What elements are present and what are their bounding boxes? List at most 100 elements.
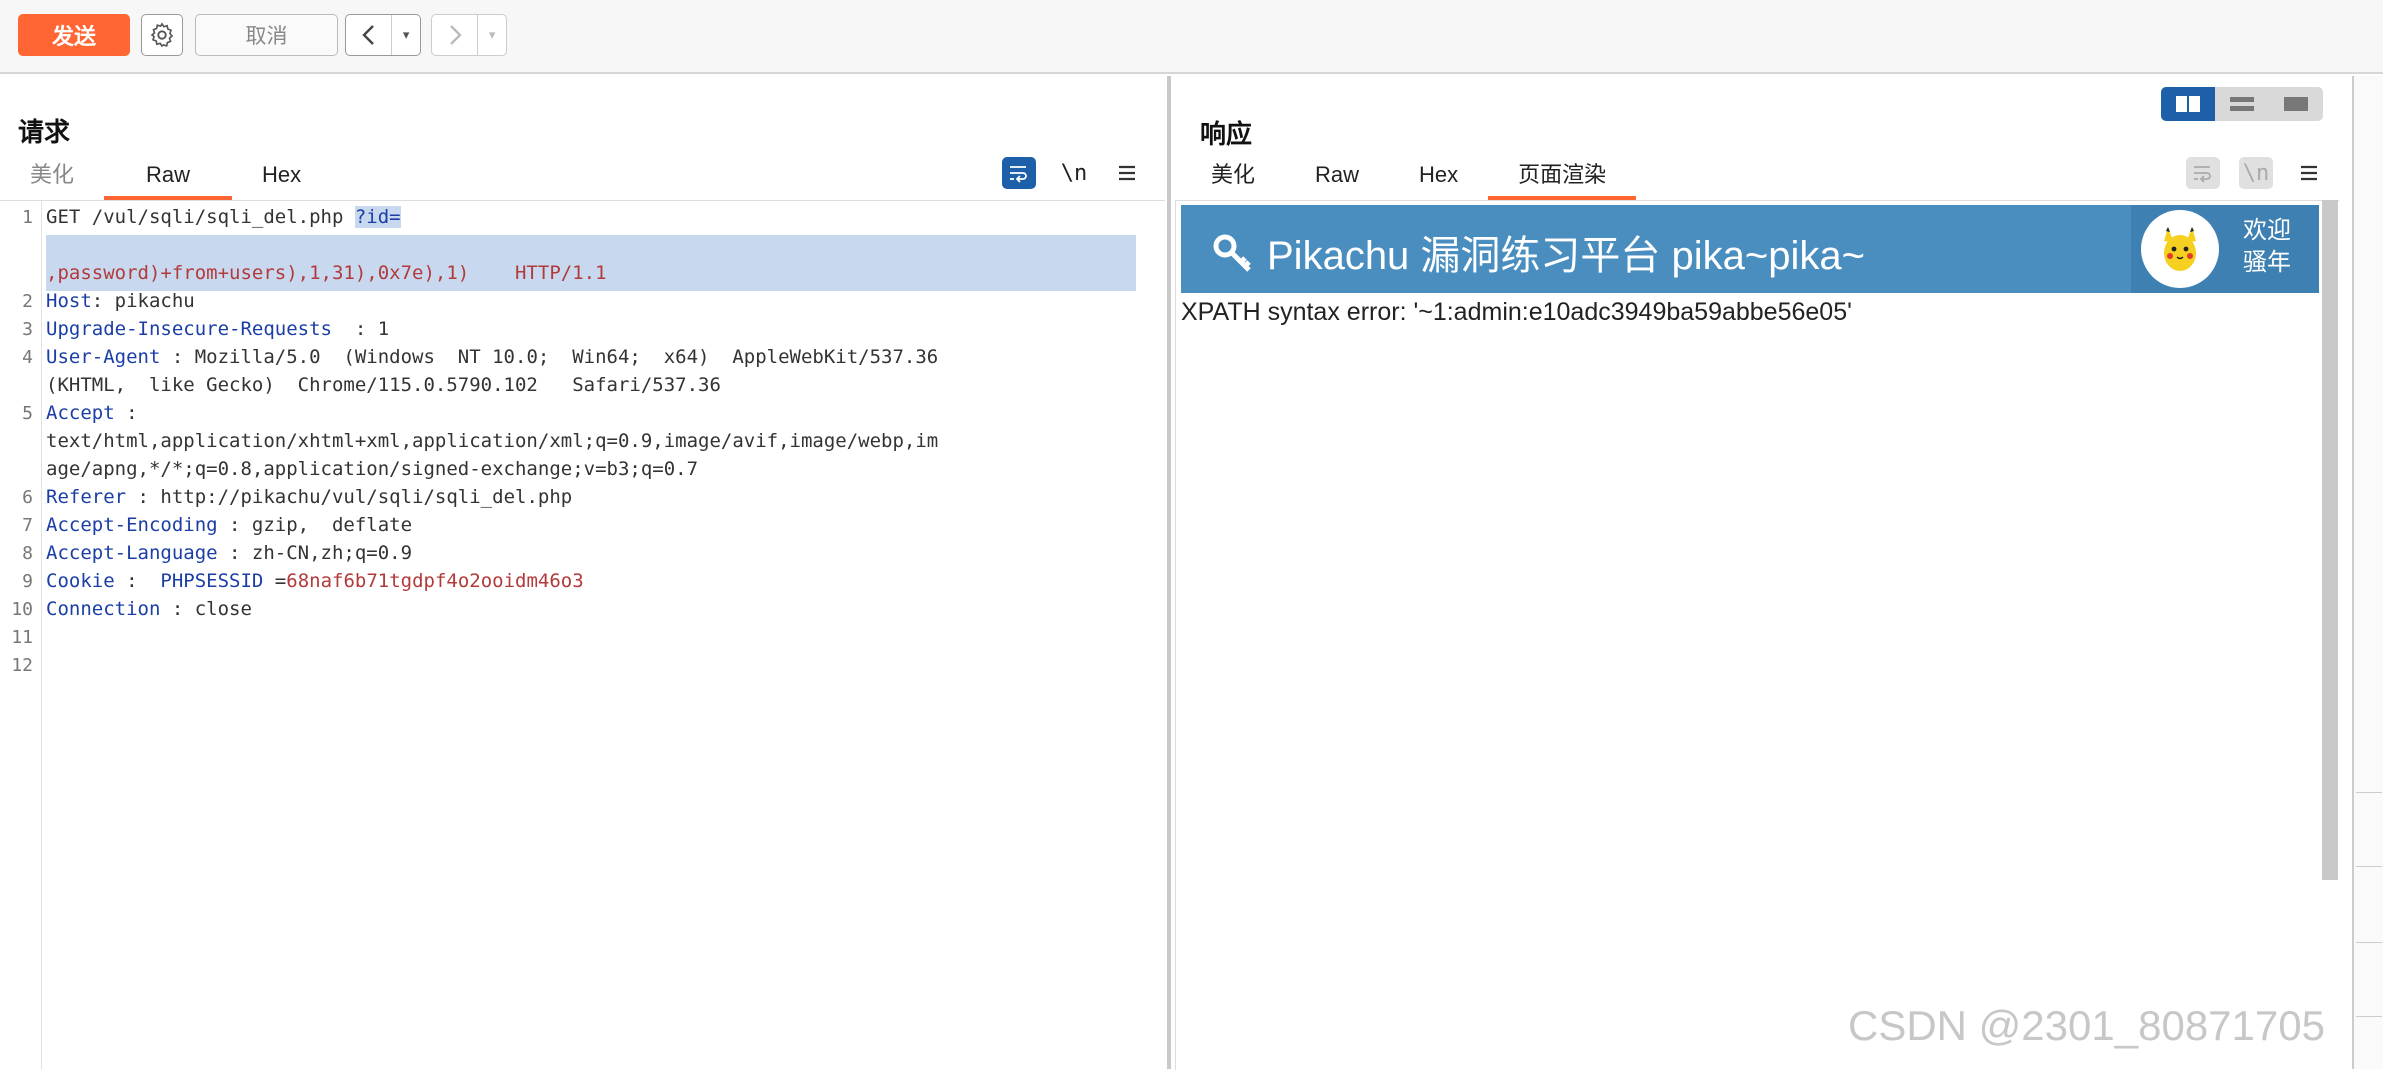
tab-render[interactable]: 页面渲染	[1488, 154, 1637, 200]
header-user-agent: User-Agent : Mozilla/5.0 (Windows NT 10.…	[46, 343, 938, 371]
response-scrollbar[interactable]	[2322, 200, 2338, 880]
welcome-area: 欢迎 骚年	[2131, 205, 2319, 293]
response-panel-title: 响应	[1200, 119, 1253, 149]
rendered-response-view[interactable]	[1175, 200, 2339, 1070]
request-editor[interactable]: 1 2 3 4 5 6 7 8 9 10 11 12 GET /vul/sqli…	[0, 200, 1165, 1070]
key-icon	[1213, 234, 1251, 272]
single-pane-icon	[2284, 97, 2308, 111]
header-separator: :	[114, 570, 161, 592]
line-number: 4	[22, 347, 33, 368]
header-accept: Accept :	[46, 399, 138, 427]
xpath-error-message: XPATH syntax error: '~1:admin:e10adc3949…	[1181, 298, 1852, 326]
tab-hex[interactable]: Hex	[232, 154, 331, 200]
header-accept-cont: age/apng,*/*;q=0.8,application/signed-ex…	[46, 455, 698, 483]
request-panel-title: 请求	[18, 117, 71, 147]
layout-side-by-side-button[interactable]	[2161, 87, 2215, 121]
layout-tabs-button[interactable]	[2269, 87, 2323, 121]
hamburger-menu-icon	[2301, 165, 2317, 181]
line-number: 11	[11, 627, 33, 648]
show-newlines-button[interactable]: \n	[1057, 157, 1091, 189]
http-method-path: GET /vul/sqli/sqli_del.php	[46, 206, 355, 228]
csdn-watermark: CSDN @2301_80871705	[1848, 1002, 2325, 1049]
wrap-icon	[2194, 166, 2211, 183]
header-accept-language: Accept-Language : zh-CN,zh;q=0.9	[46, 539, 412, 567]
pikachu-title-text: Pikachu 漏洞练习平台 pika~pika~	[1267, 234, 1866, 278]
header-key: Cookie	[46, 570, 115, 592]
line-number: 6	[22, 487, 33, 508]
line-number: 5	[22, 403, 33, 424]
response-show-newlines-button[interactable]: \n	[2239, 157, 2273, 189]
line-number-gutter: 1 2 3 4 5 6 7 8 9 10 11 12	[0, 201, 42, 1070]
back-dropdown-icon[interactable]: ▾	[391, 15, 420, 55]
header-value: : gzip, deflate	[217, 514, 413, 536]
line-number: 2	[22, 291, 33, 312]
response-word-wrap-button[interactable]	[2186, 157, 2220, 189]
header-user-agent-cont: (KHTML, like Gecko) Chrome/115.0.5790.10…	[46, 371, 721, 399]
request-menu-button[interactable]	[1110, 157, 1144, 189]
columns-icon	[2176, 96, 2200, 112]
header-value: age/apng,*/*;q=0.8,application/signed-ex…	[46, 458, 699, 480]
header-value: : close	[160, 598, 252, 620]
cookie-equals: =	[263, 570, 287, 592]
inspector-side-panel[interactable]	[2352, 76, 2383, 1069]
header-key: Accept-Language	[46, 542, 218, 564]
header-upgrade: Upgrade-Insecure-Requests : 1	[46, 315, 389, 343]
response-menu-button[interactable]	[2292, 157, 2326, 189]
tab-raw[interactable]: Raw	[1285, 154, 1389, 200]
header-key: Upgrade-Insecure-Requests	[46, 318, 332, 340]
line-number: 7	[22, 515, 33, 536]
payload-text: ,password)+from+users),1,31),0x7e),1) HT…	[46, 262, 607, 284]
header-accept-cont: text/html,application/xhtml+xml,applicat…	[46, 427, 938, 455]
pikachu-page-header: Pikachu 漏洞练习平台 pika~pika~ 欢迎 骚年	[1181, 205, 2319, 293]
pane-splitter[interactable]	[1167, 76, 1171, 1069]
inspector-divider	[2356, 866, 2382, 867]
pikachu-avatar	[2141, 210, 2219, 288]
request-tabs: 美化 Raw Hex	[0, 154, 331, 200]
pikachu-title: Pikachu 漏洞练习平台 pika~pika~	[1211, 223, 1865, 281]
inspector-divider	[2356, 942, 2382, 943]
header-value: text/html,application/xhtml+xml,applicat…	[46, 430, 939, 452]
cancel-button[interactable]: 取消	[195, 14, 338, 56]
hamburger-menu-icon	[1119, 165, 1135, 181]
header-cookie: Cookie : PHPSESSID =68naf6b71tgdpf4o2ooi…	[46, 567, 584, 595]
header-referer: Referer : http://pikachu/vul/sqli/sqli_d…	[46, 483, 572, 511]
header-key: User-Agent	[46, 346, 161, 368]
tab-pretty[interactable]: 美化	[0, 154, 104, 200]
cookie-name: PHPSESSID	[160, 570, 264, 592]
inspector-divider	[2356, 792, 2382, 793]
settings-button[interactable]	[141, 14, 183, 56]
top-toolbar: 发送 取消 ▾ ▾	[0, 0, 2383, 74]
cookie-value: 68naf6b71tgdpf4o2ooidm46o3	[286, 570, 584, 592]
header-key: Connection	[46, 598, 161, 620]
layout-stacked-button[interactable]	[2215, 87, 2269, 121]
word-wrap-button[interactable]	[1002, 157, 1036, 189]
back-button[interactable]: ▾	[345, 14, 421, 56]
welcome-text: 欢迎 骚年	[2243, 215, 2291, 279]
forward-arrow-icon	[432, 15, 477, 55]
tab-pretty[interactable]: 美化	[1181, 154, 1285, 200]
back-arrow-icon	[346, 15, 391, 55]
forward-button[interactable]: ▾	[431, 14, 507, 56]
request-line-continuation: ,password)+from+users),1,31),0x7e),1) HT…	[46, 259, 607, 287]
tab-raw[interactable]: Raw	[104, 154, 233, 200]
header-value: :	[114, 402, 138, 424]
layout-toggle	[2161, 87, 2323, 121]
header-value: : http://pikachu/vul/sqli/sqli_del.php	[126, 486, 573, 508]
header-connection: Connection : close	[46, 595, 252, 623]
header-value: : 1	[331, 318, 390, 340]
gear-icon	[150, 22, 174, 48]
header-key: Accept-Encoding	[46, 514, 218, 536]
line-number: 3	[22, 319, 33, 340]
header-key: Referer	[46, 486, 127, 508]
header-key: Host	[46, 290, 92, 312]
line-number: 10	[11, 599, 33, 620]
forward-dropdown-icon[interactable]: ▾	[477, 15, 506, 55]
line-number: 1	[22, 207, 33, 228]
send-button[interactable]: 发送	[18, 14, 130, 56]
header-host: Host: pikachu	[46, 287, 195, 315]
wrap-icon	[1010, 166, 1027, 183]
request-line: GET /vul/sqli/sqli_del.php ?id=	[46, 203, 401, 231]
tab-hex[interactable]: Hex	[1389, 154, 1488, 200]
welcome-line: 骚年	[2243, 249, 2291, 276]
response-tabs: 美化 Raw Hex 页面渲染	[1181, 154, 1637, 200]
